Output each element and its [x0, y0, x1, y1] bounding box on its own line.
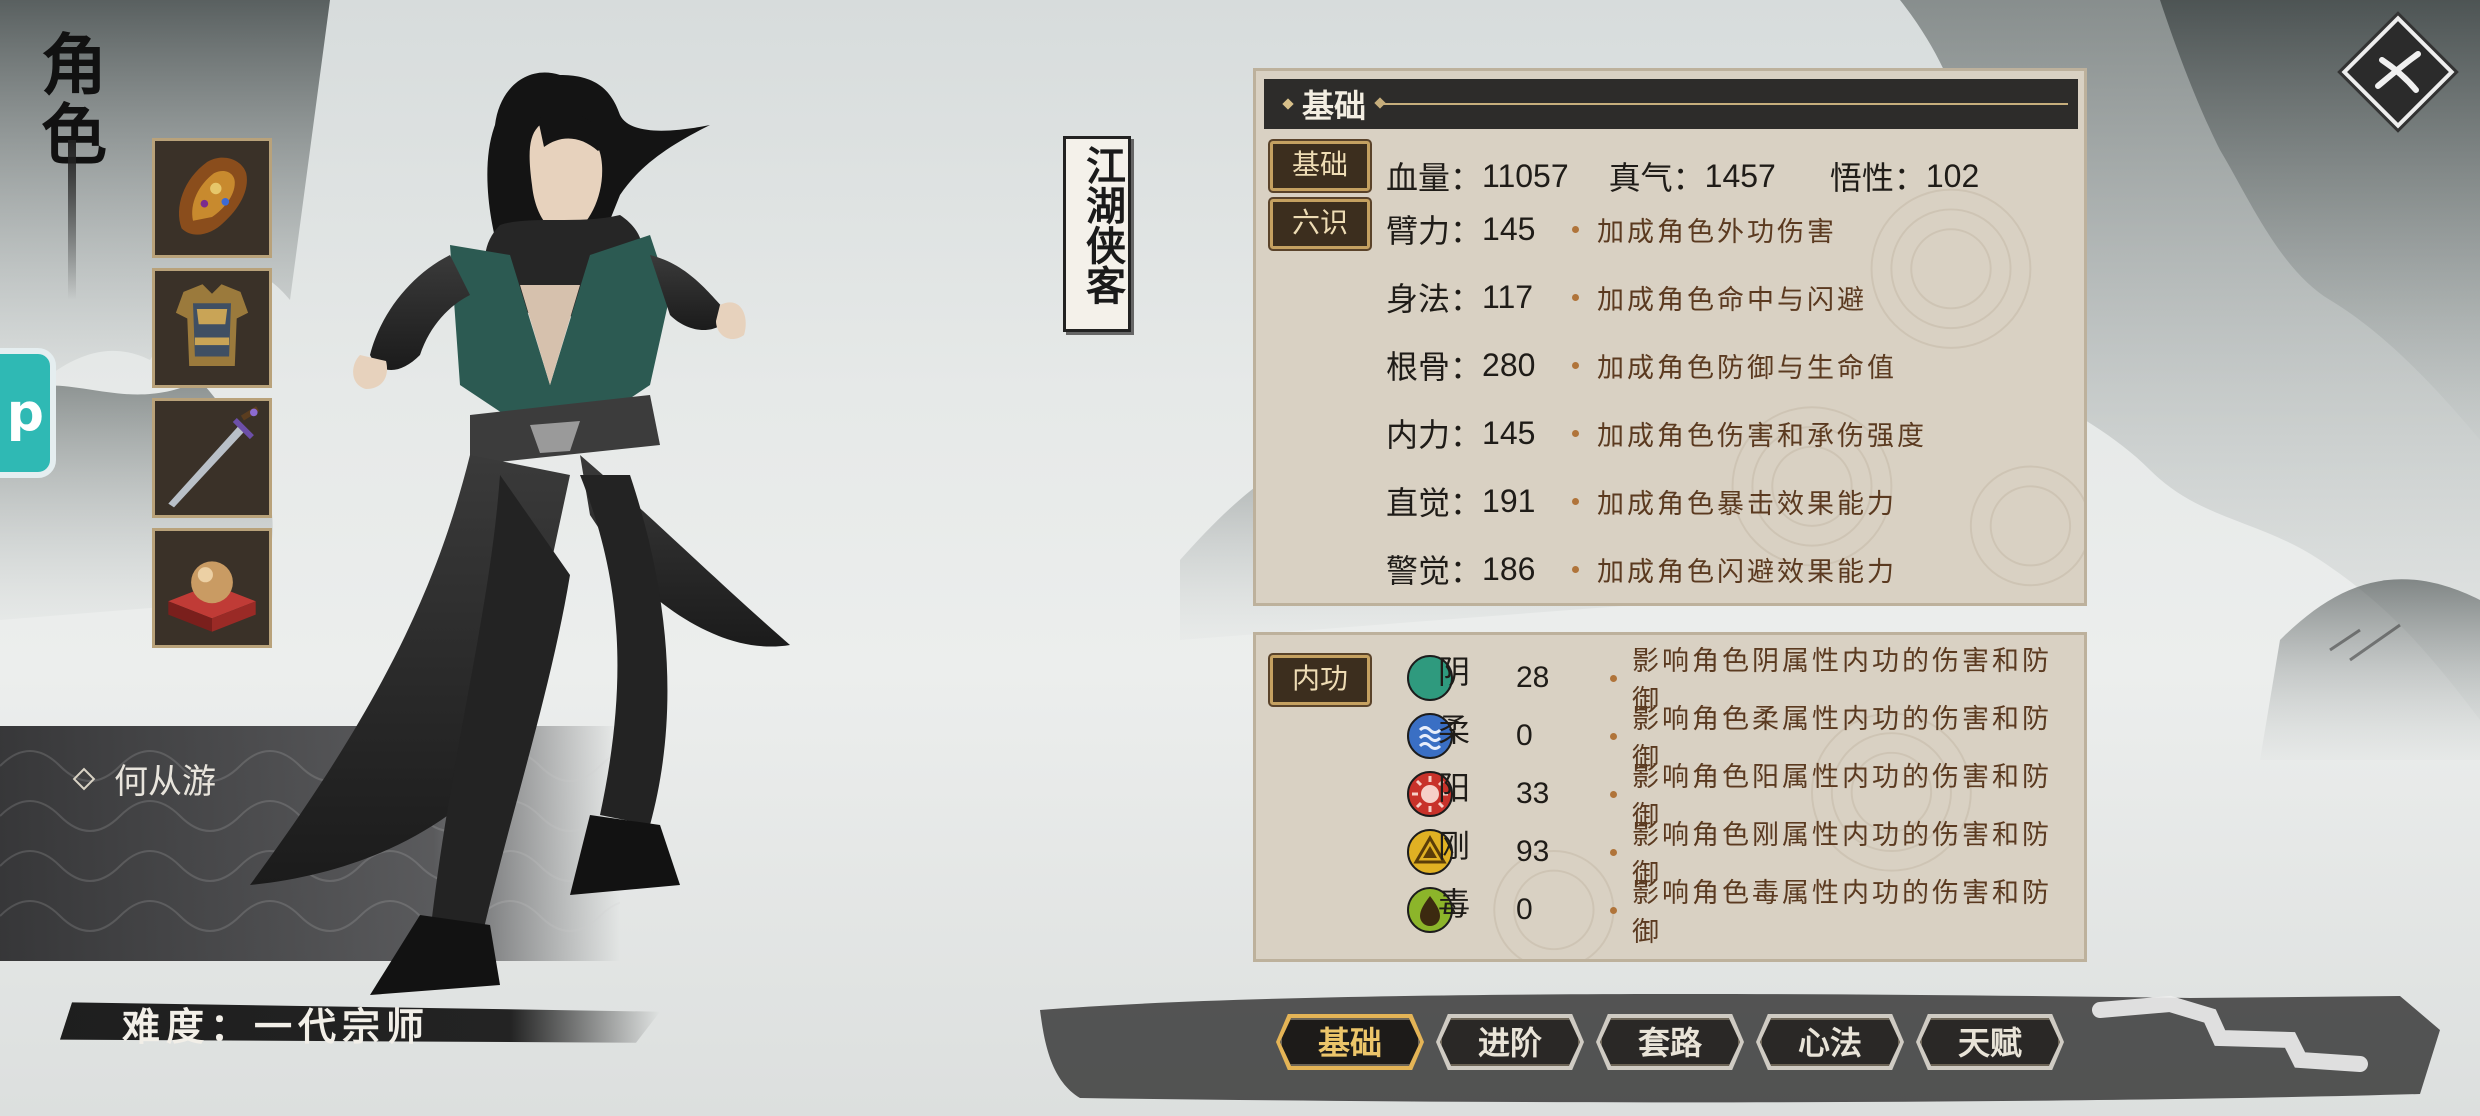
stat-row-intuition: 直觉： 191 加成角色暴击效果能力 [1386, 478, 1897, 524]
stat-label: 根骨： [1386, 348, 1483, 386]
bullet-dot [1572, 497, 1580, 505]
element-row-du: 毒 0 影响角色毒属性内功的伤害和防御 [1406, 878, 2076, 948]
element-row-gang: 刚 93 影响角色刚属性内功的伤害和防御 [1406, 820, 2076, 890]
bullet-dot [1572, 293, 1580, 301]
hp-value: 11057 [1482, 157, 1569, 194]
element-char: 毒 [1438, 885, 1471, 923]
header-diamond-icon [1282, 98, 1294, 110]
basic-panel-header: 基础 [1264, 79, 2078, 129]
stat-desc: 加成角色防御与生命值 [1597, 352, 1898, 384]
difficulty-label: 难度：一代宗师 [122, 1004, 431, 1049]
title-brush-stroke [68, 140, 76, 300]
character-portrait [250, 72, 790, 995]
stat-label: 内力： [1386, 416, 1483, 454]
wuxing-value: 102 [1925, 157, 1980, 194]
badge-six-senses: 六识 [1270, 199, 1370, 249]
element-char: 阴 [1438, 653, 1471, 691]
side-tab-letter: p [6, 383, 44, 443]
neigong-panel: 内功 阴 28 影响角色阴属性内功的伤害和防御 柔 0 影响角色柔属性内功的伤害… [1253, 632, 2087, 962]
element-value: 33 [1516, 777, 1550, 810]
qi-value: 1457 [1704, 157, 1776, 194]
hp-label: 血量： [1386, 159, 1483, 197]
tab-basic[interactable]: 基础 [1280, 1018, 1420, 1066]
stat-row-agility: 身法： 117 加成角色命中与闪避 [1386, 274, 1867, 320]
element-value: 28 [1516, 661, 1550, 694]
tab-routines[interactable]: 套路 [1600, 1018, 1740, 1066]
stat-value: 145 [1482, 414, 1536, 451]
bullet-dot [1572, 565, 1580, 573]
badge-basic: 基础 [1270, 141, 1370, 191]
stat-desc: 加成角色外功伤害 [1597, 216, 1838, 248]
qi-label: 真气： [1608, 159, 1705, 197]
stat-row-arm: 臂力： 145 加成角色外功伤害 [1386, 206, 1837, 252]
bullet-dot [1572, 429, 1580, 437]
stat-value: 280 [1482, 346, 1536, 383]
tab-talent[interactable]: 天赋 [1920, 1018, 2060, 1066]
basic-panel-title: 基础 [1302, 87, 1367, 125]
element-row-yin: 阴 28 影响角色阴属性内功的伤害和防御 [1406, 646, 2076, 716]
tab-bar-background [1040, 994, 2440, 1103]
bullet-dot [1610, 906, 1617, 914]
stat-desc: 加成角色命中与闪避 [1597, 284, 1868, 316]
bullet-dot [1610, 848, 1617, 856]
bullet-dot [1610, 732, 1617, 740]
element-char: 阳 [1438, 769, 1471, 807]
side-app-tab[interactable]: p [0, 348, 56, 478]
badge-neigong: 内功 [1270, 655, 1370, 705]
stat-row-alertness: 警觉： 186 加成角色闪避效果能力 [1386, 546, 1897, 592]
bullet-dot [1572, 361, 1580, 369]
header-divider [1380, 103, 2068, 105]
stat-value: 186 [1482, 550, 1536, 587]
stat-row-inner-power: 内力： 145 加成角色伤害和承伤强度 [1386, 410, 1927, 456]
element-value: 0 [1516, 719, 1533, 752]
stat-label: 身法： [1386, 280, 1483, 318]
stat-label: 警觉： [1386, 552, 1483, 590]
element-row-rou: 柔 0 影响角色柔属性内功的伤害和防御 [1406, 704, 2076, 774]
stat-desc: 加成角色伤害和承伤强度 [1597, 420, 1928, 452]
stat-desc: 加成角色暴击效果能力 [1597, 488, 1898, 520]
tab-mental-method[interactable]: 心法 [1760, 1018, 1900, 1066]
basic-stats-panel: 基础 基础 血量： 11057 真气： 1457 悟性： 102 六识 臂力： … [1253, 68, 2087, 606]
element-value: 0 [1516, 893, 1533, 926]
element-value: 93 [1516, 835, 1550, 868]
element-char: 柔 [1438, 711, 1471, 749]
element-row-yang: 阳 33 影响角色阳属性内功的伤害和防御 [1406, 762, 2076, 832]
element-desc: 影响角色毒属性内功的伤害和防御 [1632, 878, 2052, 948]
stat-row-constitution: 根骨： 280 加成角色防御与生命值 [1386, 342, 1897, 388]
stat-desc: 加成角色闪避效果能力 [1597, 556, 1898, 588]
basic-vitals-row: 血量： 11057 真气： 1457 悟性： 102 [1386, 153, 1979, 199]
bullet-dot [1610, 674, 1617, 682]
close-icon [2375, 51, 2421, 93]
element-char: 刚 [1438, 827, 1471, 865]
diamond-icon [72, 767, 96, 790]
stat-value: 117 [1482, 278, 1534, 315]
bullet-dot [1572, 225, 1580, 233]
bullet-dot [1610, 790, 1617, 798]
title-banner: 江湖侠客 [1063, 136, 1131, 332]
stat-value: 145 [1482, 210, 1536, 247]
stat-label: 直觉： [1386, 484, 1483, 522]
banner-text: 江湖侠客 [1079, 145, 1126, 305]
stat-value: 191 [1482, 482, 1536, 519]
stat-label: 臂力： [1386, 212, 1483, 250]
wuxing-label: 悟性： [1829, 159, 1926, 197]
tab-advanced[interactable]: 进阶 [1440, 1018, 1580, 1066]
